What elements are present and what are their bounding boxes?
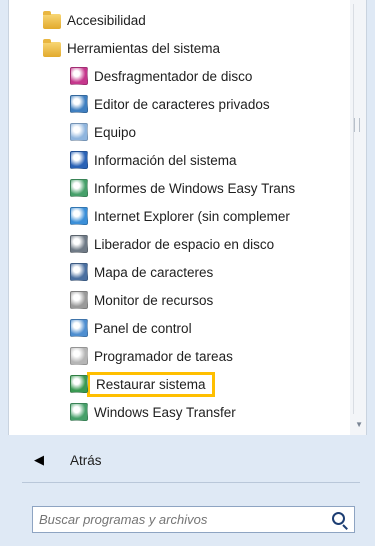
menu-item-mapa-de-caracteres[interactable]: Mapa de caracteres — [9, 258, 349, 286]
menu-item-equipo[interactable]: Equipo — [9, 118, 349, 146]
menu-item-windows-easy-transfer[interactable]: Windows Easy Transfer — [9, 398, 349, 426]
search-input[interactable] — [39, 512, 319, 527]
menu-item-label: Programador de tareas — [94, 348, 233, 364]
menu-item-label: Monitor de recursos — [94, 292, 214, 308]
menu-item-panel-de-control[interactable]: Panel de control — [9, 314, 349, 342]
menu-item-label: Informes de Windows Easy Trans — [94, 180, 296, 196]
resource-monitor-icon — [70, 291, 88, 309]
folder-icon — [43, 38, 61, 57]
scroll-down-arrow-icon[interactable]: ▼ — [355, 420, 363, 429]
programs-list: Accesibilidad Herramientas del sistema Des… — [9, 6, 349, 426]
menu-item-label: Liberador de espacio en disco — [94, 236, 275, 252]
menu-item-informaci-n-del-sistema[interactable]: Información del sistema — [9, 146, 349, 174]
system-restore-icon — [70, 375, 88, 393]
task-scheduler-icon — [70, 347, 88, 365]
easy-transfer-icon — [70, 403, 88, 421]
back-arrow-icon: ◀ — [34, 452, 44, 467]
menu-item-programador-de-tareas[interactable]: Programador de tareas — [9, 342, 349, 370]
private-character-editor-icon — [70, 95, 88, 113]
menu-item-internet-explorer-sin-complemer[interactable]: Internet Explorer (sin complemer — [9, 202, 349, 230]
menu-item-editor-de-caracteres-privados[interactable]: Editor de caracteres privados — [9, 90, 349, 118]
menu-item-label: Mapa de caracteres — [94, 264, 214, 280]
search-icon[interactable] — [332, 512, 345, 525]
internet-explorer-icon — [70, 207, 88, 225]
scrollbar[interactable]: ▼ — [350, 0, 366, 435]
folder-icon — [43, 10, 61, 29]
menu-item-label-highlighted: Restaurar sistema — [87, 371, 215, 397]
menu-item-label: Editor de caracteres privados — [94, 96, 270, 112]
menu-item-herramientas-del-sistema[interactable]: Herramientas del sistema — [9, 34, 349, 62]
menu-item-label: Información del sistema — [94, 152, 237, 168]
menu-item-label: Windows Easy Transfer — [94, 404, 236, 420]
scrollbar-grip[interactable] — [354, 118, 360, 132]
scrollbar-thumb[interactable] — [353, 4, 362, 414]
disk-cleanup-icon — [70, 235, 88, 253]
menu-item-liberador-de-espacio-en-disco[interactable]: Liberador de espacio en disco — [9, 230, 349, 258]
menu-item-label: Internet Explorer (sin complemer — [94, 208, 290, 224]
menu-item-label: Panel de control — [94, 320, 192, 336]
system-information-icon — [70, 151, 88, 169]
menu-item-label: Herramientas del sistema — [67, 40, 221, 56]
menu-item-desfragmentador-de-disco[interactable]: Desfragmentador de disco — [9, 62, 349, 90]
back-button[interactable]: ◀ Atrás — [34, 452, 102, 468]
search-box[interactable] — [32, 506, 355, 533]
divider — [22, 482, 360, 483]
back-label: Atrás — [70, 452, 102, 468]
menu-item-monitor-de-recursos[interactable]: Monitor de recursos — [9, 286, 349, 314]
easy-transfer-reports-icon — [70, 179, 88, 197]
menu-item-label: Desfragmentador de disco — [94, 68, 253, 84]
menu-item-informes-de-windows-easy-trans[interactable]: Informes de Windows Easy Trans — [9, 174, 349, 202]
menu-item-label: Equipo — [94, 124, 137, 140]
character-map-icon — [70, 263, 88, 281]
disk-defragmenter-icon — [70, 67, 88, 85]
computer-icon — [70, 123, 88, 141]
programs-panel: Accesibilidad Herramientas del sistema Des… — [8, 0, 367, 435]
control-panel-icon — [70, 319, 88, 337]
menu-item-accesibilidad[interactable]: Accesibilidad — [9, 6, 349, 34]
menu-item-label: Accesibilidad — [67, 12, 146, 28]
menu-item-restaurar-sistema[interactable]: Restaurar sistema — [9, 370, 349, 398]
